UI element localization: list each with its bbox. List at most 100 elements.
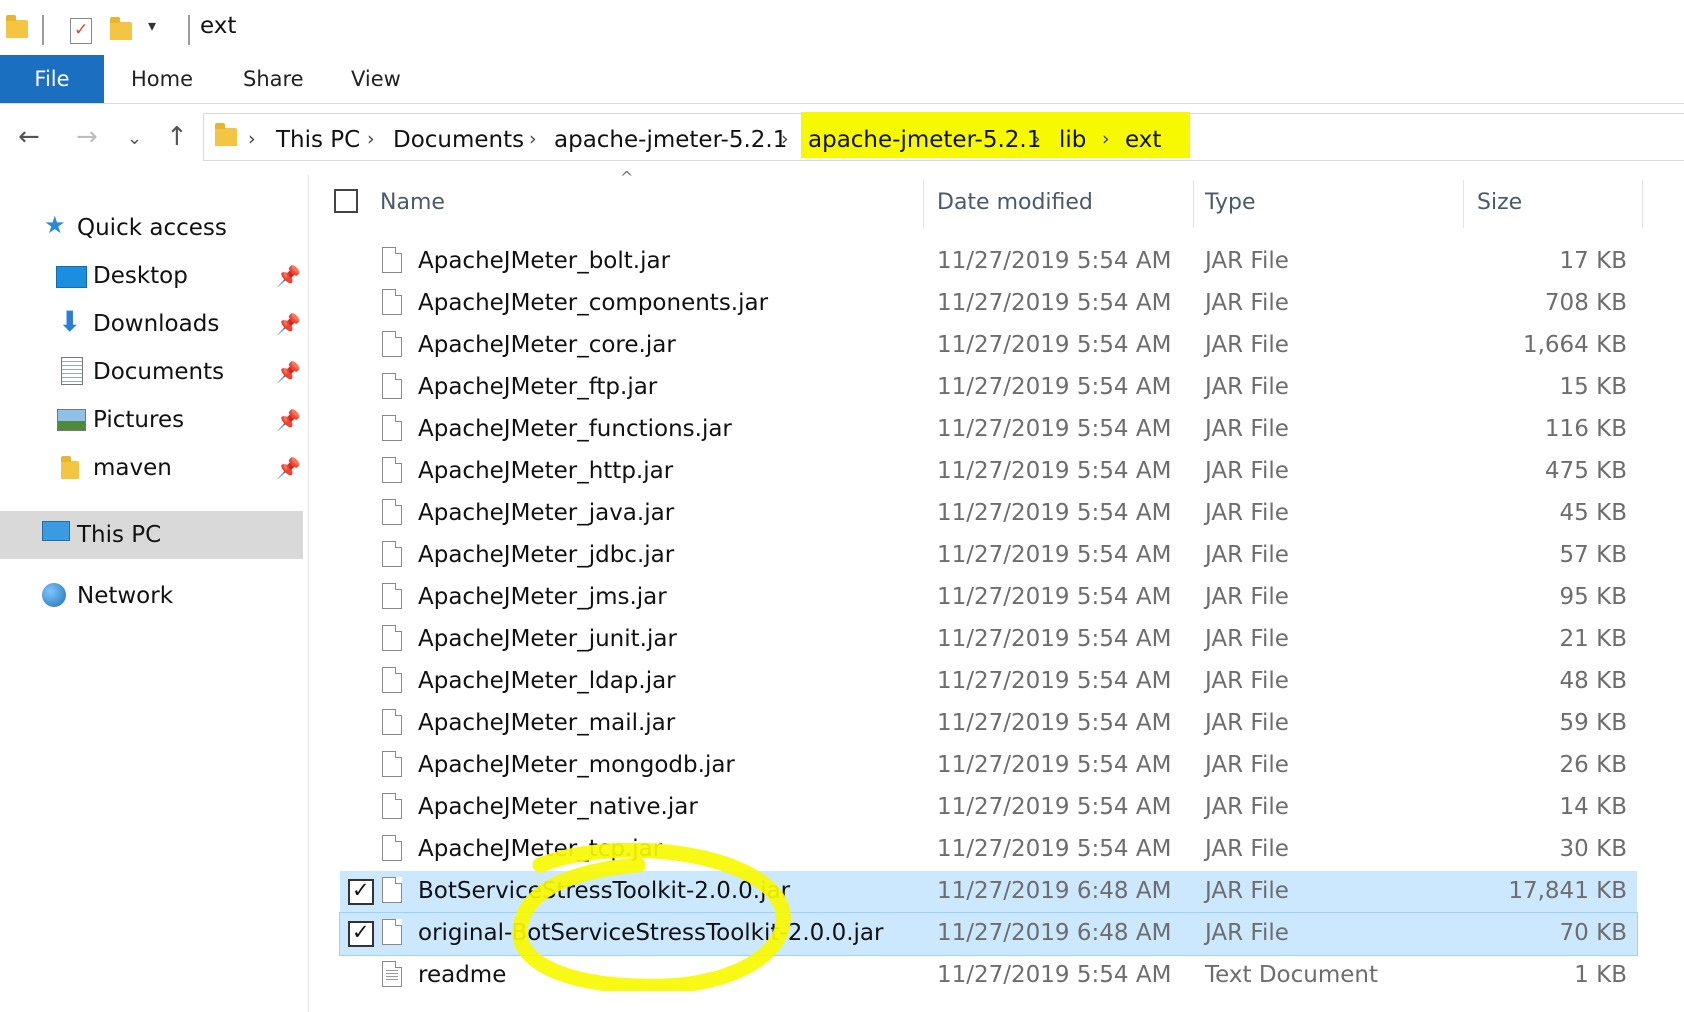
file-type: JAR File — [1205, 374, 1289, 400]
file-date-modified: 11/27/2019 6:48 AM — [937, 878, 1172, 904]
file-date-modified: 11/27/2019 5:54 AM — [937, 416, 1172, 442]
file-row[interactable]: ApacheJMeter_components.jar 11/27/2019 5:… — [340, 283, 1637, 325]
file-row[interactable]: ApacheJMeter_jms.jar 11/27/2019 5:54 AM JA… — [340, 577, 1637, 619]
select-all-checkbox[interactable] — [334, 189, 358, 213]
breadcrumb-chevron-icon[interactable]: › — [1033, 128, 1041, 150]
breadcrumb-chevron-icon[interactable]: › — [1102, 128, 1110, 150]
tab-share[interactable]: Share — [243, 67, 304, 91]
back-arrow-icon[interactable]: ← — [18, 122, 40, 152]
file-row[interactable]: ApacheJMeter_junit.jar 11/27/2019 5:54 AM… — [340, 619, 1637, 661]
jar-file-icon — [382, 793, 402, 819]
sidebar-item-desktop[interactable]: Desktop 📌 — [0, 255, 301, 299]
file-row[interactable]: ApacheJMeter_http.jar 11/27/2019 5:54 AM J… — [340, 451, 1637, 493]
file-size: 116 KB — [1544, 416, 1627, 442]
file-size: 21 KB — [1559, 626, 1627, 652]
file-size: 45 KB — [1559, 500, 1627, 526]
sidebar-item-maven[interactable]: maven 📌 — [0, 447, 301, 491]
sidebar-item-this-pc[interactable]: This PC — [0, 511, 303, 559]
sidebar-item-label: Desktop — [93, 263, 188, 289]
sidebar-item-label: Network — [77, 583, 174, 609]
breadcrumb-this-pc[interactable]: This PC — [276, 127, 360, 153]
pin-icon[interactable]: 📌 — [276, 312, 301, 336]
column-divider[interactable] — [1642, 180, 1643, 228]
tab-home[interactable]: Home — [131, 67, 193, 91]
breadcrumb-chevron-icon[interactable]: › — [248, 128, 256, 150]
pin-icon[interactable]: 📌 — [276, 408, 301, 432]
file-date-modified: 11/27/2019 5:54 AM — [937, 584, 1172, 610]
breadcrumb-ext[interactable]: ext — [1125, 127, 1161, 153]
up-arrow-icon[interactable]: ↑ — [166, 122, 188, 152]
ribbon-tabs: File Home Share View — [0, 55, 1684, 104]
row-checkbox[interactable] — [348, 920, 374, 947]
tab-view[interactable]: View — [351, 67, 401, 91]
jar-file-icon — [382, 835, 402, 861]
file-row[interactable]: ApacheJMeter_java.jar 11/27/2019 5:54 AM J… — [340, 493, 1637, 535]
column-name[interactable]: Name — [380, 190, 445, 215]
file-name: ApacheJMeter_mail.jar — [418, 710, 676, 736]
column-size[interactable]: Size — [1477, 190, 1522, 215]
file-size: 475 KB — [1544, 458, 1627, 484]
address-bar[interactable]: › This PC › Documents › apache-jmeter-5.… — [203, 112, 1684, 161]
file-name: readme — [418, 962, 507, 988]
file-size: 17,841 KB — [1508, 878, 1627, 904]
breadcrumb-apache-jmeter-inner[interactable]: apache-jmeter-5.2.1 — [808, 127, 1041, 153]
file-row[interactable]: ApacheJMeter_jdbc.jar 11/27/2019 5:54 AM J… — [340, 535, 1637, 577]
sidebar-item-pictures[interactable]: Pictures 📌 — [0, 399, 301, 443]
file-row[interactable]: ApacheJMeter_native.jar 11/27/2019 5:54 A… — [340, 787, 1637, 829]
file-row[interactable]: ApacheJMeter_core.jar 11/27/2019 5:54 AM J… — [340, 325, 1637, 367]
file-type: JAR File — [1205, 332, 1289, 358]
breadcrumb-lib[interactable]: lib — [1059, 127, 1086, 153]
file-name: ApacheJMeter_ftp.jar — [418, 374, 658, 400]
file-size: 26 KB — [1559, 752, 1627, 778]
forward-arrow-icon[interactable]: → — [76, 122, 98, 152]
folder-icon[interactable] — [6, 15, 28, 38]
row-checkbox[interactable] — [348, 878, 374, 905]
breadcrumb-documents[interactable]: Documents — [393, 127, 524, 153]
file-row[interactable]: ApacheJMeter_mongodb.jar 11/27/2019 5:54 … — [340, 745, 1637, 787]
file-name: ApacheJMeter_jms.jar — [418, 584, 667, 610]
file-row[interactable]: ApacheJMeter_mail.jar 11/27/2019 5:54 AM J… — [340, 703, 1637, 745]
file-type: JAR File — [1205, 920, 1289, 946]
file-type: JAR File — [1205, 584, 1289, 610]
file-date-modified: 11/27/2019 5:54 AM — [937, 962, 1172, 988]
title-bar: ▾ ext — [0, 0, 1684, 58]
file-row[interactable]: ApacheJMeter_ftp.jar 11/27/2019 5:54 AM JA… — [340, 367, 1637, 409]
tab-file[interactable]: File — [0, 55, 104, 103]
file-row[interactable]: ApacheJMeter_bolt.jar 11/27/2019 5:54 AM J… — [340, 241, 1637, 283]
new-folder-icon[interactable] — [110, 17, 132, 40]
column-divider[interactable] — [1463, 180, 1464, 228]
breadcrumb-chevron-icon[interactable]: › — [529, 128, 537, 150]
breadcrumb-apache-jmeter[interactable]: apache-jmeter-5.2.1 — [554, 127, 787, 153]
file-row[interactable]: ApacheJMeter_functions.jar 11/27/2019 5:5… — [340, 409, 1637, 451]
file-size: 70 KB — [1559, 920, 1627, 946]
navigation-pane: ★ Quick access Desktop 📌 ⬇ Downloads 📌 D… — [0, 175, 309, 1012]
file-name: ApacheJMeter_bolt.jar — [418, 248, 671, 274]
jar-file-icon — [382, 499, 402, 525]
folder-icon — [215, 123, 237, 146]
folder-icon — [61, 456, 79, 479]
sidebar-item-quick-access[interactable]: ★ Quick access — [0, 207, 300, 251]
sidebar-item-documents[interactable]: Documents 📌 — [0, 351, 301, 395]
file-row[interactable]: ApacheJMeter_ldap.jar 11/27/2019 5:54 AM J… — [340, 661, 1637, 703]
sidebar-item-network[interactable]: Network — [0, 575, 300, 619]
column-date-modified[interactable]: Date modified — [937, 190, 1093, 215]
properties-icon[interactable] — [70, 18, 92, 44]
jar-file-icon — [382, 247, 402, 273]
file-type: JAR File — [1205, 668, 1289, 694]
column-divider[interactable] — [1193, 180, 1194, 228]
recent-locations-chevron-down-icon[interactable]: ⌄ — [127, 128, 142, 149]
breadcrumb-chevron-icon[interactable]: › — [367, 128, 375, 150]
customize-quick-access-icon[interactable]: ▾ — [148, 16, 156, 35]
breadcrumb-chevron-icon[interactable]: › — [781, 128, 789, 150]
file-type: JAR File — [1205, 458, 1289, 484]
column-type[interactable]: Type — [1205, 190, 1256, 215]
pin-icon[interactable]: 📌 — [276, 456, 301, 480]
pin-icon[interactable]: 📌 — [276, 264, 301, 288]
jar-file-icon — [382, 415, 402, 441]
column-divider[interactable] — [923, 180, 924, 228]
separator — [188, 15, 190, 45]
pin-icon[interactable]: 📌 — [276, 360, 301, 384]
file-date-modified: 11/27/2019 5:54 AM — [937, 374, 1172, 400]
sidebar-item-downloads[interactable]: ⬇ Downloads 📌 — [0, 303, 301, 347]
file-type: JAR File — [1205, 710, 1289, 736]
